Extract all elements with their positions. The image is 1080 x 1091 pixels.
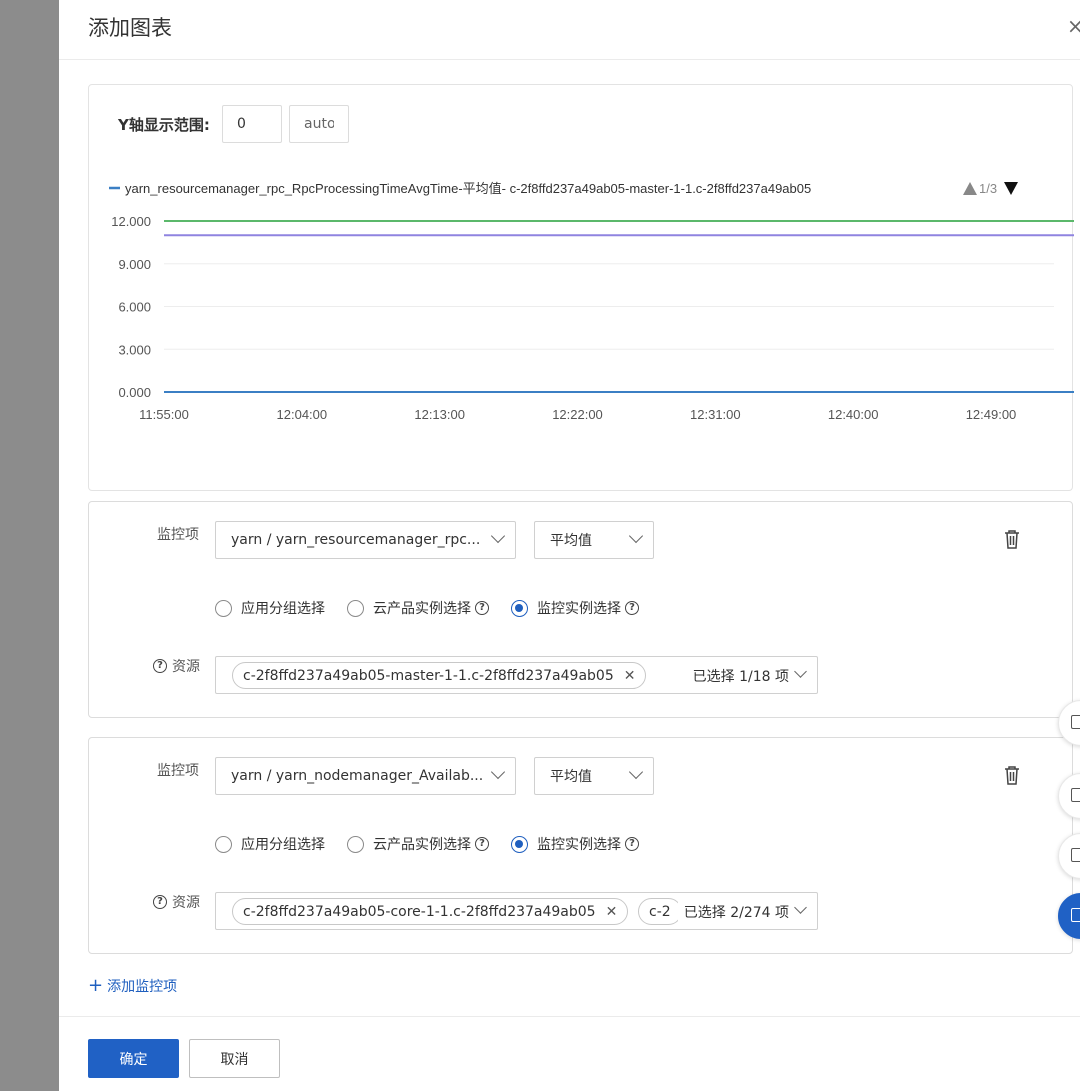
x-tick-label: 12:31:00 [690,407,741,422]
radio-monitor-instance[interactable]: 监控实例选择 ? [511,598,639,618]
add-metric-label: 添加监控项 [107,979,178,995]
selected-count: 已选择 1/18 项 [686,666,789,686]
trash-icon[interactable] [1004,765,1020,785]
aggregation-select-value: 平均值 [550,769,592,785]
chevron-down-icon[interactable] [794,901,807,914]
aggregation-select[interactable]: 平均值 [534,521,654,559]
selection-mode-radios: 应用分组选择 云产品实例选择 ? 监控实例选择 ? [215,598,661,618]
chevron-down-icon[interactable] [794,665,807,678]
resource-tag-text: c-2f8ffd237a49ab05-master-1-1.c-2f8ffd23… [243,667,614,684]
aggregation-select-value: 平均值 [550,533,592,549]
metric-select[interactable]: yarn / yarn_resourcemanager_rpc... [215,521,516,559]
resource-tag-text: c-2f8ffd237a49ab05-core-1-1.c-2f8ffd237a… [243,903,596,920]
home-icon [1071,715,1080,729]
drawer-title: 添加图表 [88,16,172,40]
metric-select[interactable]: yarn / yarn_nodemanager_Availab... [215,757,516,795]
metric-label: 监控项 [157,763,199,779]
radio-circle-selected[interactable] [511,599,528,617]
resource-label: ? 资源 [153,892,200,912]
resource-select[interactable]: c-2f8ffd237a49ab05-core-1-1.c-2f8ffd237a… [215,892,818,930]
radio-app-group[interactable]: 应用分组选择 [215,834,325,854]
resource-label-text: 资源 [172,659,200,675]
x-tick-label: 11:55:00 [139,407,189,422]
metric-label: 监控项 [157,527,199,543]
help-icon[interactable]: ? [475,601,489,615]
resource-tag-text: c-2 [649,903,671,920]
chart-preview-card: Y轴显示范围: yarn_resourcemanager_rpc_RpcProc… [88,84,1074,491]
radio-label: 应用分组选择 [241,837,325,853]
chat-icon [1071,848,1080,862]
legend-next-icon [1004,182,1018,195]
cancel-button[interactable]: 取消 [189,1039,280,1078]
chevron-down-icon [490,528,506,544]
close-icon[interactable]: ✕ [624,668,636,684]
metric-select-value: yarn / yarn_resourcemanager_rpc... [231,532,481,548]
add-metric-link[interactable]: + 添加监控项 [88,976,177,996]
radio-cloud-instance[interactable]: 云产品实例选择 ? [347,598,489,618]
add-chart-drawer: 添加图表 × Y轴显示范围: yarn_resourcemanager_rpc_… [59,0,1080,1091]
plus-icon: + [88,975,104,996]
legend-pager: 1/3 [979,181,997,196]
help-icon[interactable]: ? [625,601,639,615]
legend-label: yarn_resourcemanager_rpc_RpcProcessingTi… [125,181,811,196]
resource-select[interactable]: c-2f8ffd237a49ab05-master-1-1.c-2f8ffd23… [215,656,818,694]
chevron-down-icon [490,764,506,780]
help-icon[interactable]: ? [625,837,639,851]
copy-icon [1071,788,1080,802]
y-tick-label: 6.000 [118,300,151,315]
line-chart: yarn_resourcemanager_rpc_RpcProcessingTi… [109,181,1074,422]
x-tick-label: 12:04:00 [277,407,328,422]
drawer-header: 添加图表 × [59,0,1080,60]
aggregation-select[interactable]: 平均值 [534,757,654,795]
radio-circle[interactable] [215,599,232,617]
radio-label: 监控实例选择 [537,601,621,617]
y-tick-label: 9.000 [118,257,151,272]
help-icon[interactable]: ? [475,837,489,851]
chevron-down-icon [628,528,644,544]
confirm-button[interactable]: 确定 [88,1039,179,1078]
help-icon[interactable]: ? [153,659,167,673]
close-icon[interactable]: × [1067,14,1080,38]
apps-icon [1071,908,1080,922]
radio-monitor-instance[interactable]: 监控实例选择 ? [511,834,639,854]
drawer-footer: 确定 取消 [59,1016,1080,1091]
resource-label: ? 资源 [153,656,200,676]
radio-label: 应用分组选择 [241,601,325,617]
radio-label: 云产品实例选择 [373,837,471,853]
help-icon[interactable]: ? [153,895,167,909]
radio-cloud-instance[interactable]: 云产品实例选择 ? [347,834,489,854]
modal-backdrop[interactable] [0,0,59,1091]
y-tick-label: 0.000 [118,385,151,400]
radio-circle[interactable] [215,835,232,853]
chevron-down-icon [628,764,644,780]
radio-app-group[interactable]: 应用分组选择 [215,598,325,618]
x-tick-label: 12:40:00 [828,407,879,422]
trash-icon[interactable] [1004,529,1020,549]
selected-count: 已选择 2/274 项 [677,902,789,922]
radio-circle[interactable] [347,599,364,617]
y-tick-label: 12.000 [111,214,151,229]
close-icon[interactable]: ✕ [606,904,618,920]
resource-tag: c-2 [638,898,682,925]
radio-label: 云产品实例选择 [373,601,471,617]
metric-card-1: 监控项 yarn / yarn_resourcemanager_rpc... 平… [88,501,1073,718]
x-tick-label: 12:49:00 [966,407,1017,422]
metric-card-2: 监控项 yarn / yarn_nodemanager_Availab... 平… [88,737,1073,954]
resource-tag: c-2f8ffd237a49ab05-core-1-1.c-2f8ffd237a… [232,898,629,925]
radio-label: 监控实例选择 [537,837,621,853]
legend-prev-icon [963,182,977,195]
x-tick-label: 12:13:00 [414,407,465,422]
metric-select-value: yarn / yarn_nodemanager_Availab... [231,768,484,784]
resource-tag: c-2f8ffd237a49ab05-master-1-1.c-2f8ffd23… [232,662,647,689]
radio-circle-selected[interactable] [511,835,528,853]
radio-circle[interactable] [347,835,364,853]
x-tick-label: 12:22:00 [552,407,603,422]
y-tick-label: 3.000 [118,342,151,357]
selection-mode-radios: 应用分组选择 云产品实例选择 ? 监控实例选择 ? [215,834,661,854]
resource-label-text: 资源 [172,895,200,911]
